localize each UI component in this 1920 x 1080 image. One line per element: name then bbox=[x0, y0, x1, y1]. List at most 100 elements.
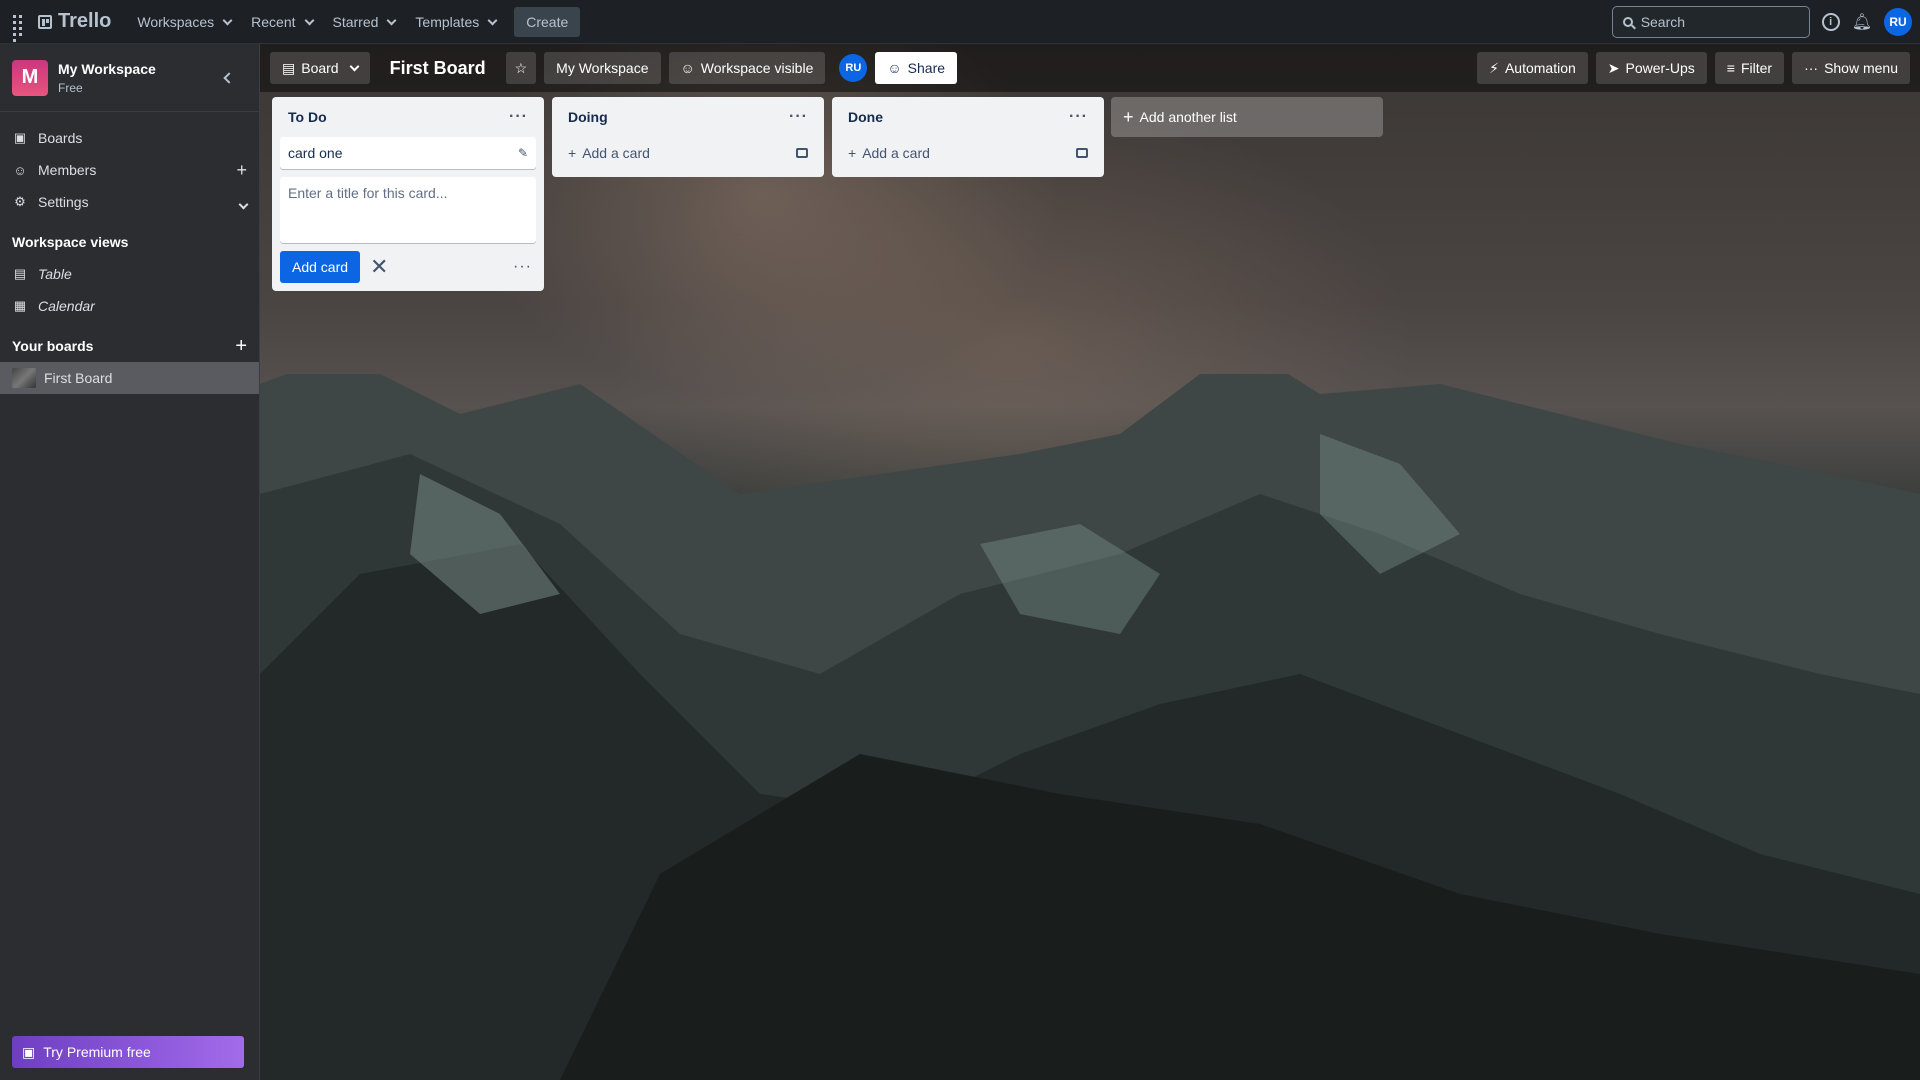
workspace-plan: Free bbox=[58, 80, 83, 95]
chevron-down-icon bbox=[304, 15, 314, 25]
sidebar-item-calendar[interactable]: ▦ Calendar bbox=[0, 290, 259, 322]
list-actions-icon[interactable]: ··· bbox=[1069, 108, 1088, 126]
sidebar-item-label: Boards bbox=[38, 130, 83, 146]
list-actions-icon[interactable]: ··· bbox=[509, 108, 528, 126]
list-title[interactable]: Doing bbox=[568, 109, 608, 125]
workspaces-label: Workspaces bbox=[137, 13, 215, 30]
collapse-sidebar-icon[interactable] bbox=[223, 71, 235, 84]
plus-icon: + bbox=[848, 145, 857, 161]
filter-label: Filter bbox=[1740, 60, 1773, 76]
add-card-button[interactable]: + Add a card bbox=[560, 137, 816, 169]
automation-button[interactable]: ⚡︎ Automation bbox=[1477, 52, 1588, 84]
app-switcher-icon[interactable] bbox=[8, 10, 32, 42]
starred-menu[interactable]: Starred bbox=[323, 8, 406, 36]
premium-label: Try Premium free bbox=[43, 1044, 151, 1060]
board-title[interactable]: First Board bbox=[378, 58, 498, 79]
card-title-placeholder: Enter a title for this card... bbox=[288, 185, 448, 201]
add-card-button[interactable]: + Add a card bbox=[840, 137, 1096, 169]
plus-icon: + bbox=[568, 145, 577, 161]
sidebar-item-label: Settings bbox=[38, 194, 89, 210]
add-list-label: Add another list bbox=[1139, 109, 1237, 125]
section-title: Your boards bbox=[12, 338, 94, 354]
add-board-icon[interactable]: + bbox=[235, 335, 247, 358]
calendar-icon: ▦ bbox=[13, 298, 27, 313]
visibility-button[interactable]: ☺ Workspace visible bbox=[668, 52, 826, 84]
board-canvas: ▤ Board First Board ☆ My Workspace ☺ Wor… bbox=[260, 44, 1920, 1080]
recent-label: Recent bbox=[251, 13, 296, 30]
board-view-switcher[interactable]: ▤ Board bbox=[270, 52, 370, 84]
card-title: card one bbox=[288, 145, 343, 161]
list-actions-icon[interactable]: ··· bbox=[789, 108, 808, 126]
add-member-icon[interactable]: + bbox=[236, 160, 247, 181]
person-add-icon: ☺ bbox=[887, 60, 902, 76]
info-icon[interactable]: i bbox=[1821, 12, 1840, 31]
bell-icon[interactable]: 🔔︎ bbox=[1852, 12, 1872, 32]
visibility-label: Workspace visible bbox=[700, 60, 814, 76]
composer-more-icon[interactable]: ··· bbox=[513, 258, 532, 276]
card-template-icon[interactable] bbox=[1076, 148, 1088, 158]
sidebar: M My Workspace Free ▣ Boards ☺ Members +… bbox=[0, 44, 260, 1080]
your-boards-heading: Your boards + bbox=[0, 330, 259, 362]
table-icon: ▤ bbox=[13, 266, 27, 281]
workspace-button[interactable]: My Workspace bbox=[544, 52, 661, 84]
sidebar-item-members[interactable]: ☺ Members + bbox=[0, 154, 259, 186]
card[interactable]: card one ✎ bbox=[280, 137, 536, 169]
account-avatar[interactable]: RU bbox=[1884, 7, 1912, 36]
try-premium-button[interactable]: ▣ Try Premium free bbox=[12, 1036, 244, 1068]
plus-icon: + bbox=[1123, 106, 1134, 127]
trello-logo[interactable]: Trello bbox=[38, 10, 111, 33]
lightning-icon: ⚡︎ bbox=[1489, 59, 1499, 76]
list-title[interactable]: Done bbox=[848, 109, 883, 125]
board-header: ▤ Board First Board ☆ My Workspace ☺ Wor… bbox=[260, 44, 1920, 92]
add-card-button[interactable]: Add card bbox=[280, 251, 361, 283]
card-template-icon[interactable] bbox=[796, 148, 808, 158]
create-button[interactable]: Create bbox=[514, 6, 581, 37]
share-label: Share bbox=[907, 60, 946, 76]
close-icon[interactable]: ✕ bbox=[370, 254, 388, 280]
board-thumbnail bbox=[12, 368, 36, 388]
search-input[interactable]: Search bbox=[1611, 5, 1810, 38]
gear-icon: ⚙ bbox=[14, 194, 26, 209]
logo-text: Trello bbox=[58, 10, 112, 32]
workspace-avatar: M bbox=[12, 59, 48, 96]
section-title: Workspace views bbox=[12, 234, 129, 250]
member-avatar[interactable]: RU bbox=[839, 54, 868, 82]
add-card-label: Add a card bbox=[862, 145, 930, 161]
premium-icon: ▣ bbox=[22, 1043, 36, 1060]
view-label: Board bbox=[301, 60, 339, 76]
star-icon: ☆ bbox=[514, 59, 528, 76]
sidebar-item-table[interactable]: ▤ Table bbox=[0, 258, 259, 290]
card-title-input[interactable]: Enter a title for this card... bbox=[280, 177, 536, 243]
powerups-label: Power-Ups bbox=[1625, 60, 1695, 76]
people-icon: ☺ bbox=[680, 60, 695, 76]
show-menu-button[interactable]: ··· Show menu bbox=[1792, 52, 1910, 84]
automation-label: Automation bbox=[1504, 60, 1576, 76]
show-menu-label: Show menu bbox=[1824, 60, 1898, 76]
sidebar-item-label: First Board bbox=[44, 370, 113, 386]
add-another-list-button[interactable]: + Add another list bbox=[1111, 97, 1383, 137]
sidebar-item-boards[interactable]: ▣ Boards bbox=[0, 122, 259, 154]
list-header: To Do ··· bbox=[280, 97, 536, 137]
recent-menu[interactable]: Recent bbox=[241, 8, 322, 36]
sidebar-item-first-board[interactable]: First Board bbox=[0, 362, 259, 394]
list-done: Done ··· + Add a card bbox=[832, 97, 1104, 177]
templates-menu[interactable]: Templates bbox=[405, 8, 506, 36]
star-board-button[interactable]: ☆ bbox=[505, 52, 537, 84]
sidebar-item-label: Members bbox=[38, 162, 97, 178]
chevron-down-icon bbox=[222, 15, 233, 25]
powerups-button[interactable]: ➤ Power-Ups bbox=[1595, 52, 1707, 84]
chevron-down-icon bbox=[386, 15, 397, 25]
top-navigation: Trello Workspaces Recent Starred Templat… bbox=[0, 0, 1920, 44]
workspace-header: M My Workspace Free bbox=[0, 44, 259, 112]
list-title[interactable]: To Do bbox=[288, 109, 327, 125]
sidebar-item-label: Calendar bbox=[38, 298, 95, 314]
share-button[interactable]: ☺ Share bbox=[875, 52, 958, 84]
chevron-down-icon[interactable] bbox=[234, 192, 249, 213]
workspaces-menu[interactable]: Workspaces bbox=[127, 8, 241, 36]
workspace-name[interactable]: My Workspace bbox=[58, 61, 156, 77]
mountain-background bbox=[260, 374, 1920, 1080]
sidebar-item-settings[interactable]: ⚙ Settings bbox=[0, 186, 259, 218]
trello-logo-icon bbox=[38, 14, 52, 29]
filter-button[interactable]: ≡ Filter bbox=[1714, 52, 1785, 84]
edit-pencil-icon[interactable]: ✎ bbox=[518, 146, 528, 160]
